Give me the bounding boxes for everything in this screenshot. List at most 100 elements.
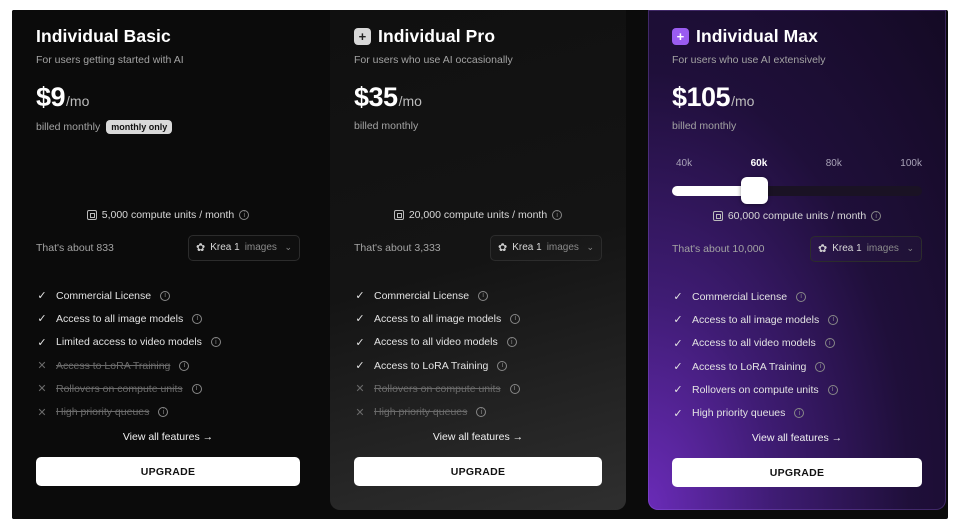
info-icon[interactable]: i: [478, 290, 489, 301]
check-icon: ✓: [355, 336, 365, 349]
feature-item: ✕ High priority queues i: [354, 400, 602, 423]
feature-item: ✓ Access to all image models i: [672, 308, 922, 331]
feature-list: ✓ Commercial License i ✓ Access to all image…: [36, 284, 300, 424]
tick-label[interactable]: 100k: [900, 158, 922, 169]
plan-card-max: + Individual Max For users who use AI ex…: [648, 10, 946, 510]
info-icon[interactable]: i: [158, 407, 169, 418]
compute-units: 5,000 compute units / month i: [36, 209, 300, 221]
upgrade-button[interactable]: UPGRADE: [354, 457, 602, 486]
feature-label: Commercial License: [374, 289, 470, 302]
plan-title: Individual Basic: [36, 26, 171, 47]
upgrade-button[interactable]: UPGRADE: [36, 457, 300, 486]
view-all-features-link[interactable]: View all features →: [672, 432, 922, 444]
price-period: /mo: [398, 93, 422, 109]
plan-subtitle: For users getting started with AI: [36, 54, 184, 66]
compute-slider[interactable]: [672, 177, 922, 204]
check-icon: ✓: [355, 313, 365, 326]
info-icon[interactable]: i: [815, 361, 826, 372]
billing-text: billed monthly: [354, 120, 419, 132]
feature-label: Access to all image models: [692, 313, 820, 326]
feature-label: High priority queues: [56, 406, 150, 419]
tick-label[interactable]: 40k: [676, 158, 692, 169]
tick-label[interactable]: 80k: [826, 158, 842, 169]
compute-text: 20,000 compute units / month: [408, 209, 548, 221]
billing-info: billed monthly: [354, 120, 418, 132]
feature-label: Access to all image models: [374, 312, 502, 325]
upgrade-button[interactable]: UPGRADE: [672, 458, 922, 487]
feature-item: ✕ Rollovers on compute units i: [354, 377, 602, 400]
compute-text: 5,000 compute units / month: [101, 209, 235, 221]
feature-label: Rollovers on compute units: [692, 383, 819, 396]
feature-item: ✓ High priority queues i: [672, 401, 922, 424]
check-icon: ✓: [355, 290, 365, 303]
price-amount: $105: [672, 82, 731, 112]
info-icon[interactable]: i: [794, 408, 805, 419]
feature-label: Access to all video models: [692, 337, 816, 350]
plan-card-basic: Individual Basic For users getting start…: [12, 10, 324, 519]
about-row: That's about 833 ✿ Krea 1 images ⌄: [36, 234, 300, 261]
feature-list: ✓ Commercial License i ✓ Access to all image…: [672, 285, 922, 425]
info-icon[interactable]: i: [192, 313, 203, 324]
slider-ticks: 40k 60k 80k 100k: [672, 158, 922, 169]
feature-label: Access to LoRA Training: [692, 360, 807, 373]
chevron-down-icon: ⌄: [586, 242, 594, 252]
chip-icon: [712, 211, 723, 221]
plan-price: $105 /mo: [672, 82, 754, 113]
feature-item: ✓ Access to all video models i: [672, 332, 922, 355]
compute-units: 20,000 compute units / month i: [354, 209, 602, 221]
feature-label: Access to all video models: [374, 336, 498, 349]
feature-item: ✓ Access to LoRA Training i: [672, 355, 922, 378]
price-period: /mo: [66, 93, 90, 109]
feature-item: ✓ Access to LoRA Training i: [354, 354, 602, 377]
info-icon[interactable]: i: [796, 291, 807, 302]
feature-label: Commercial License: [692, 290, 788, 303]
plan-subtitle: For users who use AI extensively: [672, 54, 826, 66]
info-icon[interactable]: i: [191, 383, 202, 394]
info-icon[interactable]: i: [210, 337, 221, 348]
model-select[interactable]: ✿ Krea 1 images ⌄: [188, 234, 300, 261]
info-icon[interactable]: i: [476, 407, 487, 418]
slider-thumb[interactable]: [741, 177, 768, 204]
about-row: That's about 10,000 ✿ Krea 1 images ⌄: [672, 235, 922, 262]
price-amount: $35: [354, 82, 398, 112]
billing-info: billed monthly: [672, 120, 736, 132]
feature-label: Access to all image models: [56, 312, 184, 325]
feature-item: ✓ Commercial License i: [672, 285, 922, 308]
feature-item: ✕ Rollovers on compute units i: [36, 377, 300, 400]
model-select[interactable]: ✿ Krea 1 images ⌄: [490, 234, 602, 261]
info-icon[interactable]: i: [871, 211, 882, 221]
x-icon: ✕: [37, 383, 47, 396]
feature-item: ✓ Access to all video models i: [354, 331, 602, 354]
feature-item: ✓ Commercial License i: [36, 284, 300, 307]
info-icon[interactable]: i: [497, 360, 508, 371]
check-icon: ✓: [673, 337, 683, 350]
monthly-only-badge: monthly only: [106, 120, 173, 134]
about-text: That's about 3,333: [354, 241, 441, 254]
chip-icon: [393, 210, 404, 220]
tick-label[interactable]: 60k: [751, 158, 768, 169]
info-icon[interactable]: i: [239, 210, 250, 220]
info-icon[interactable]: i: [828, 314, 839, 325]
plan-title: + Individual Max: [672, 26, 818, 47]
info-icon[interactable]: i: [509, 383, 520, 394]
about-text: That's about 10,000: [672, 242, 765, 255]
view-all-features-link[interactable]: View all features →: [36, 431, 300, 443]
info-icon[interactable]: i: [827, 384, 838, 395]
info-icon[interactable]: i: [552, 210, 563, 220]
info-icon[interactable]: i: [506, 337, 517, 348]
info-icon[interactable]: i: [179, 360, 190, 371]
feature-list: ✓ Commercial License i ✓ Access to all image…: [354, 284, 602, 424]
info-icon[interactable]: i: [160, 290, 171, 301]
compute-text: 60,000 compute units / month: [727, 210, 867, 222]
plan-title: + Individual Pro: [354, 26, 495, 47]
feature-item: ✓ Limited access to video models i: [36, 331, 300, 354]
view-all-features-link[interactable]: View all features →: [354, 431, 602, 443]
info-icon[interactable]: i: [824, 338, 835, 349]
info-icon[interactable]: i: [510, 313, 521, 324]
model-unit: images: [244, 242, 277, 253]
model-name: Krea 1: [832, 243, 862, 254]
feature-label: High priority queues: [692, 407, 786, 420]
check-icon: ✓: [37, 313, 47, 326]
x-icon: ✕: [355, 383, 365, 396]
model-select[interactable]: ✿ Krea 1 images ⌄: [810, 235, 922, 262]
